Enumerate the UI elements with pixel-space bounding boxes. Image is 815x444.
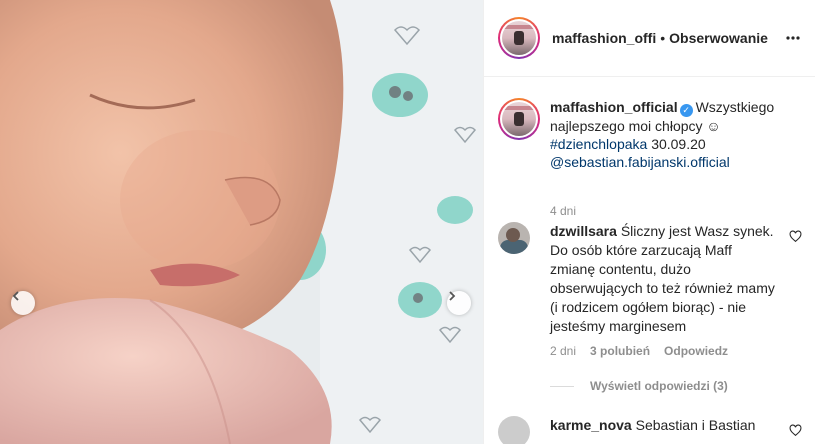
- post-sidebar: maffashion_offi • Obserwowanie maffashio…: [483, 0, 815, 444]
- comment-body: Śliczny jest Wasz synek. Do osób które z…: [550, 223, 775, 334]
- comments-list[interactable]: maffashion_official ✓ Wszystkiego najlepsz…: [484, 78, 815, 444]
- caption-avatar[interactable]: [498, 98, 540, 140]
- previous-photo-button[interactable]: [11, 291, 35, 315]
- comment-body: Sebastian i Bastian: [635, 417, 756, 433]
- commenter-avatar[interactable]: [498, 416, 530, 444]
- like-comment-heart-icon[interactable]: [789, 230, 802, 243]
- like-comment-heart-icon[interactable]: [789, 424, 802, 437]
- hashtag-link[interactable]: #dzienchlopaka: [550, 136, 647, 152]
- post-header: maffashion_offi • Obserwowanie: [484, 0, 815, 77]
- comment-likes[interactable]: 3 polubień: [590, 344, 650, 358]
- caption-text: maffashion_official ✓ Wszystkiego najlepsz…: [550, 98, 800, 171]
- comment-meta: 2 dni 3 polubień Odpowiedz: [550, 344, 728, 358]
- baby-photo-image: [0, 0, 483, 444]
- following-button[interactable]: Obserwowanie: [669, 30, 768, 46]
- view-replies-button[interactable]: Wyświetl odpowiedzi (3): [550, 379, 728, 393]
- header-username[interactable]: maffashion_offi: [552, 30, 656, 46]
- next-photo-button[interactable]: [447, 291, 471, 315]
- header-separator: •: [660, 30, 666, 46]
- post-photo: [0, 0, 483, 444]
- caption-date: 30.09.20: [651, 136, 706, 152]
- commenter-avatar[interactable]: [498, 222, 530, 254]
- caption-time[interactable]: 4 dni: [550, 204, 576, 218]
- comment-username[interactable]: karme_nova: [550, 417, 632, 433]
- author-avatar[interactable]: [498, 17, 540, 59]
- reply-button[interactable]: Odpowiedz: [664, 344, 728, 358]
- mention-link[interactable]: @sebastian.fabijanski.official: [550, 154, 730, 170]
- comment-text: dzwillsara Śliczny jest Wasz synek. Do o…: [550, 222, 780, 336]
- chevron-right-icon: [449, 291, 456, 301]
- view-replies-label: Wyświetl odpowiedzi (3): [590, 379, 728, 393]
- caption-username[interactable]: maffashion_official: [550, 99, 678, 115]
- comment-time[interactable]: 2 dni: [550, 344, 576, 358]
- more-options-icon[interactable]: [785, 30, 801, 46]
- comment-username[interactable]: dzwillsara: [550, 223, 617, 239]
- replies-divider: [550, 385, 574, 387]
- verified-badge-icon: ✓: [679, 104, 693, 117]
- comment-text: karme_nova Sebastian i Bastian: [550, 416, 780, 435]
- chevron-left-icon: [12, 291, 19, 301]
